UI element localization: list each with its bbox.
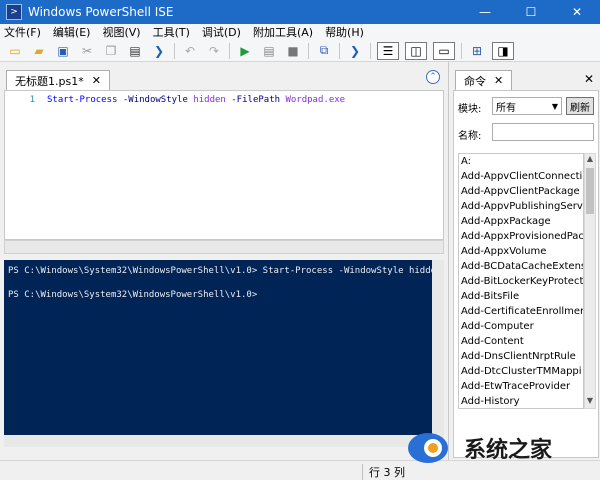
code-arg: Wordpad.exe — [285, 95, 346, 105]
list-item[interactable]: Add-Content — [459, 334, 583, 349]
list-item[interactable]: Add-AppvPublishingServ — [459, 199, 583, 214]
stop-icon[interactable]: ■ — [284, 42, 302, 60]
chevron-down-icon: ▼ — [551, 101, 558, 111]
scroll-down-icon[interactable]: ▼ — [585, 396, 595, 408]
toolbar: ▭ ▰ ▣ ✂ ❐ ▤ ❯ ↶ ↷ ▶ ▤ ■ ⧉ ❯ ☰ ◫ ▭ ⊞ ◨ — [0, 40, 600, 62]
command-pane-icon[interactable]: ◨ — [492, 41, 514, 60]
console-pane[interactable]: PS C:\Windows\System32\WindowsPowerShell… — [4, 260, 432, 435]
layout-right-icon[interactable]: ◫ — [405, 41, 427, 60]
close-icon[interactable]: ✕ — [494, 74, 503, 87]
list-item[interactable]: Add-History — [459, 394, 583, 408]
menu-addons[interactable]: 附加工具(A) — [253, 24, 313, 40]
run-selection-icon[interactable]: ▤ — [260, 42, 278, 60]
tab-untitled-script[interactable]: 无标题1.ps1* ✕ — [6, 70, 110, 90]
list-item[interactable]: Add-BitLockerKeyProtect — [459, 274, 583, 289]
copy-icon[interactable]: ❐ — [102, 42, 120, 60]
list-item[interactable]: A: — [459, 154, 583, 169]
command-list[interactable]: A: Add-AppvClientConnecti Add-AppvClient… — [458, 153, 584, 409]
minimize-button[interactable]: — — [462, 0, 508, 24]
tab-label: 命令 — [464, 74, 486, 88]
code-param: -WindowStyle — [122, 95, 188, 105]
remote-icon[interactable]: ⧉ — [315, 42, 333, 60]
title-bar: > Windows PowerShell ISE — ☐ ✕ — [0, 0, 600, 24]
list-item[interactable]: Add-AppxPackage — [459, 214, 583, 229]
refresh-button[interactable]: 刷新 — [566, 97, 594, 115]
scroll-thumb[interactable] — [586, 168, 594, 214]
console-vertical-scrollbar[interactable] — [432, 260, 444, 435]
name-label: 名称: — [458, 131, 482, 142]
code-command: Start-Process — [47, 95, 118, 105]
commands-body: 模块: 所有 ▼ 刷新 名称: A: Add-AppvClientConnect… — [453, 90, 599, 458]
close-button[interactable]: ✕ — [554, 0, 600, 24]
layout-max-icon[interactable]: ▭ — [433, 41, 455, 60]
code-arg: hidden — [193, 95, 226, 105]
run-icon[interactable]: ▶ — [236, 42, 254, 60]
toolbar-separator — [339, 42, 340, 59]
toolbar-separator — [461, 42, 462, 59]
name-input[interactable] — [492, 123, 594, 141]
line-number: 1 — [29, 95, 35, 105]
close-icon[interactable]: ✕ — [92, 74, 101, 87]
cursor-position: 行 3 列 — [362, 464, 405, 480]
run-console-icon[interactable]: ❯ — [150, 42, 168, 60]
toolbar-separator — [308, 42, 309, 59]
list-item[interactable]: Add-DtcClusterTMMappi — [459, 364, 583, 379]
list-item[interactable]: Add-BCDataCacheExtens — [459, 259, 583, 274]
module-label: 模块: — [458, 104, 482, 115]
collapse-script-pane-icon[interactable]: ⌃ — [426, 70, 440, 84]
console-line: PS C:\Windows\System32\WindowsPowerShell… — [8, 266, 432, 276]
open-icon[interactable]: ▰ — [30, 42, 48, 60]
powershell-ise-icon: > — [6, 4, 22, 20]
close-pane-icon[interactable]: ✕ — [584, 72, 594, 86]
list-item[interactable]: Add-CertificateEnrollmer — [459, 304, 583, 319]
console-horizontal-scrollbar[interactable] — [4, 435, 444, 447]
watermark-logo-icon — [400, 425, 460, 471]
list-item[interactable]: Add-AppvClientPackage — [459, 184, 583, 199]
command-addon-icon[interactable]: ⊞ — [468, 42, 486, 60]
list-item[interactable]: Add-AppvClientConnecti — [459, 169, 583, 184]
toolbar-separator — [370, 42, 371, 59]
menu-debug[interactable]: 调试(D) — [202, 24, 241, 40]
menu-file[interactable]: 文件(F) — [4, 24, 41, 40]
paste-icon[interactable]: ▤ — [126, 42, 144, 60]
editor-horizontal-scrollbar[interactable] — [4, 240, 444, 254]
tab-commands[interactable]: 命令 ✕ — [455, 70, 513, 90]
powershell-icon[interactable]: ❯ — [346, 42, 364, 60]
command-list-scrollbar[interactable]: ▲ ▼ — [584, 153, 596, 409]
watermark: 系统之家 — [400, 420, 600, 476]
list-item[interactable]: Add-AppxProvisionedPac — [459, 229, 583, 244]
code-line: 1 Start-Process -WindowStyle hidden -File… — [5, 95, 346, 105]
list-item[interactable]: Add-EtwTraceProvider — [459, 379, 583, 394]
menu-tools[interactable]: 工具(T) — [153, 24, 190, 40]
list-item[interactable]: Add-Computer — [459, 319, 583, 334]
redo-icon[interactable]: ↷ — [205, 42, 223, 60]
list-item[interactable]: Add-BitsFile — [459, 289, 583, 304]
editor-tabstrip: 无标题1.ps1* ✕ — [0, 68, 448, 90]
script-editor[interactable]: 1 Start-Process -WindowStyle hidden -File… — [4, 90, 444, 240]
cut-icon[interactable]: ✂ — [78, 42, 96, 60]
console-line: PS C:\Windows\System32\WindowsPowerShell… — [8, 290, 258, 300]
new-icon[interactable]: ▭ — [6, 42, 24, 60]
module-value: 所有 — [496, 102, 516, 114]
menu-view[interactable]: 视图(V) — [102, 24, 140, 40]
code-param: -FilePath — [231, 95, 281, 105]
menu-bar: 文件(F) 编辑(E) 视图(V) 工具(T) 调试(D) 附加工具(A) 帮助… — [0, 24, 600, 40]
watermark-text: 系统之家 — [464, 438, 553, 463]
script-pane: 无标题1.ps1* ✕ ⌃ 1 Start-Process -WindowStyl… — [0, 62, 448, 460]
undo-icon[interactable]: ↶ — [181, 42, 199, 60]
commands-pane: 命令 ✕ ✕ 模块: 所有 ▼ 刷新 名称: A: Add-AppvClient… — [448, 62, 600, 460]
menu-help[interactable]: 帮助(H) — [325, 24, 364, 40]
save-icon[interactable]: ▣ — [54, 42, 72, 60]
toolbar-separator — [229, 42, 230, 59]
scroll-up-icon[interactable]: ▲ — [585, 154, 595, 166]
layout-top-icon[interactable]: ☰ — [377, 41, 399, 60]
toolbar-separator — [174, 42, 175, 59]
window-title: Windows PowerShell ISE — [28, 5, 174, 19]
module-select[interactable]: 所有 ▼ — [492, 97, 562, 115]
maximize-button[interactable]: ☐ — [508, 0, 554, 24]
tab-label: 无标题1.ps1* — [15, 74, 84, 88]
list-item[interactable]: Add-DnsClientNrptRule — [459, 349, 583, 364]
menu-edit[interactable]: 编辑(E) — [53, 24, 91, 40]
list-item[interactable]: Add-AppxVolume — [459, 244, 583, 259]
